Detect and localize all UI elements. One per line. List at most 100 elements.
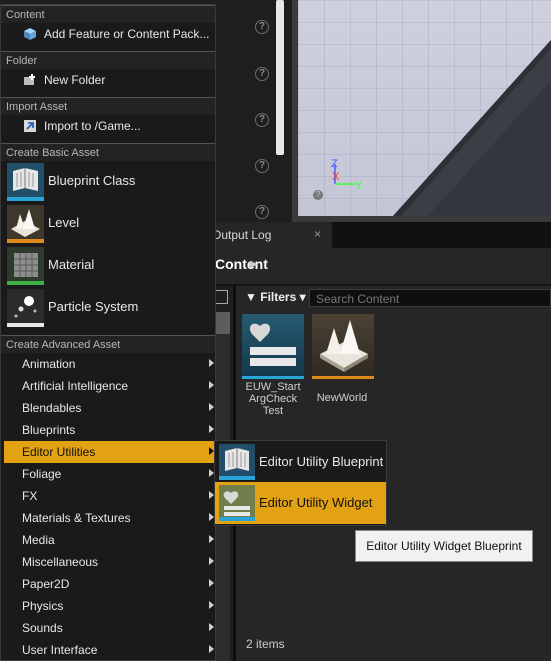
submenu-label: Materials & Textures [22,511,131,525]
submenu-editor-utilities[interactable]: Editor Utilities [4,441,215,463]
level-icon [7,205,44,243]
section-header-content: Content [1,5,215,23]
add-feature-label: Add Feature or Content Pack... [44,27,210,41]
level-icon [320,320,368,372]
submenu-label: Miscellaneous [22,555,99,569]
submenu-user-interface[interactable]: User Interface [4,639,215,661]
help-icon[interactable]: ? [255,67,269,81]
content-path-title[interactable]: Content [215,256,268,272]
submenu-media[interactable]: Media [4,529,215,551]
submenu-foliage[interactable]: Foliage [4,463,215,485]
submenu-blendables[interactable]: Blendables [4,397,215,419]
import-item[interactable]: Import to /Game... [1,115,215,137]
asset-label: EUW_Start ArgCheck Test [245,381,301,417]
submenu-label: Blendables [22,401,82,415]
asset-tile-level[interactable] [312,314,374,379]
gizmo-z-label: Z [331,158,338,170]
search-input[interactable]: Search Content [309,289,551,307]
item-count: 2 items [246,637,285,651]
chevron-right-icon [209,403,214,411]
particle-system-label: Particle System [48,299,139,314]
section-header-advanced: Create Advanced Asset [1,335,215,353]
asset-tile-widget[interactable] [242,314,304,379]
submenu-artificial-intelligence[interactable]: Artificial Intelligence [4,375,215,397]
chevron-right-icon [209,359,214,367]
submenu-miscellaneous[interactable]: Miscellaneous [4,551,215,573]
sources-scrollbar-thumb[interactable] [216,312,230,334]
new-folder-label: New Folder [44,73,106,87]
particle-system-item[interactable]: Particle System [1,287,215,329]
editor-utility-widget-item[interactable]: Editor Utility Widget [215,482,386,524]
submenu-animation[interactable]: Animation [4,353,215,375]
chevron-right-icon [209,557,214,565]
help-icon[interactable]: ? [255,113,269,127]
chevron-right-icon [209,601,214,609]
gizmo-y-label: Y [355,180,363,192]
level-item[interactable]: Level [1,203,215,245]
help-icon[interactable]: ? [255,205,269,219]
submenu-paper2d[interactable]: Paper2D [4,573,215,595]
chevron-right-icon [209,381,214,389]
editor-utility-widget-icon [249,323,296,366]
close-icon[interactable]: × [314,227,321,241]
section-header-basic: Create Basic Asset [1,143,215,161]
blueprint-class-item[interactable]: Blueprint Class [1,161,215,203]
submenu-label: Physics [22,599,64,613]
chevron-right-icon [209,579,214,587]
new-folder-item[interactable]: New Folder [1,69,215,91]
submenu-label: Blueprints [22,423,76,437]
submenu-sounds[interactable]: Sounds [4,617,215,639]
editor-utility-widget-icon [219,485,255,521]
submenu-label: Foliage [22,467,62,481]
submenu-physics[interactable]: Physics [4,595,215,617]
help-icon[interactable]: ? [255,20,269,34]
submenu-label: Animation [22,357,76,371]
editor-utility-blueprint-item[interactable]: Editor Utility Blueprint [215,441,386,481]
blueprint-class-icon [7,163,44,201]
particle-system-icon [7,289,44,327]
submenu-label: User Interface [22,643,98,657]
submenu-label: Media [22,533,55,547]
editor-utility-widget-label: Editor Utility Widget [259,495,373,510]
import-label: Import to /Game... [44,119,141,133]
gizmo-x-label: X [332,171,340,183]
chevron-down-icon: ▾ [299,290,306,304]
viewport-help-icon[interactable]: ? [313,190,323,200]
submenu-label: FX [22,489,38,503]
asset-label: NewWorld [316,392,368,404]
submenu-fx[interactable]: FX [4,485,215,507]
material-item[interactable]: Material [1,245,215,287]
submenu-label: Editor Utilities [22,445,96,459]
filter-icon: ▼ [245,290,257,304]
context-menu: Content Add Feature or Content Pack... F… [0,4,216,661]
add-feature-item[interactable]: Add Feature or Content Pack... [1,23,215,45]
chevron-right-icon [209,623,214,631]
submenu-materials-textures[interactable]: Materials & Textures [4,507,215,529]
help-icon[interactable]: ? [255,159,269,173]
filters-label: Filters [260,290,297,304]
editor-utility-blueprint-icon [219,444,255,480]
chevron-right-icon [209,535,214,543]
chevron-right-icon [209,645,214,653]
details-scrollbar[interactable] [276,0,284,155]
tooltip: Editor Utility Widget Blueprint [355,530,533,562]
submenu-blueprints[interactable]: Blueprints [4,419,215,441]
section-header-import: Import Asset [1,97,215,115]
submenu-label: Artificial Intelligence [22,379,129,393]
editor-utility-blueprint-label: Editor Utility Blueprint [259,454,384,469]
filters-button[interactable]: ▼ Filters ▾ [245,290,306,304]
folder-plus-icon [24,74,35,85]
material-icon [7,247,44,285]
chevron-right-icon[interactable]: ▶ [250,259,258,270]
section-header-folder: Folder [1,51,215,69]
tab-output-log-label: Output Log [212,228,272,242]
feature-pack-icon [24,28,36,40]
submenu-label: Paper2D [22,577,70,591]
submenu-label: Sounds [22,621,63,635]
blueprint-class-label: Blueprint Class [48,173,136,188]
material-label: Material [48,257,95,272]
level-label: Level [48,215,80,230]
chevron-right-icon [209,425,214,433]
import-icon [24,120,36,132]
list-view-icon[interactable] [214,290,228,304]
